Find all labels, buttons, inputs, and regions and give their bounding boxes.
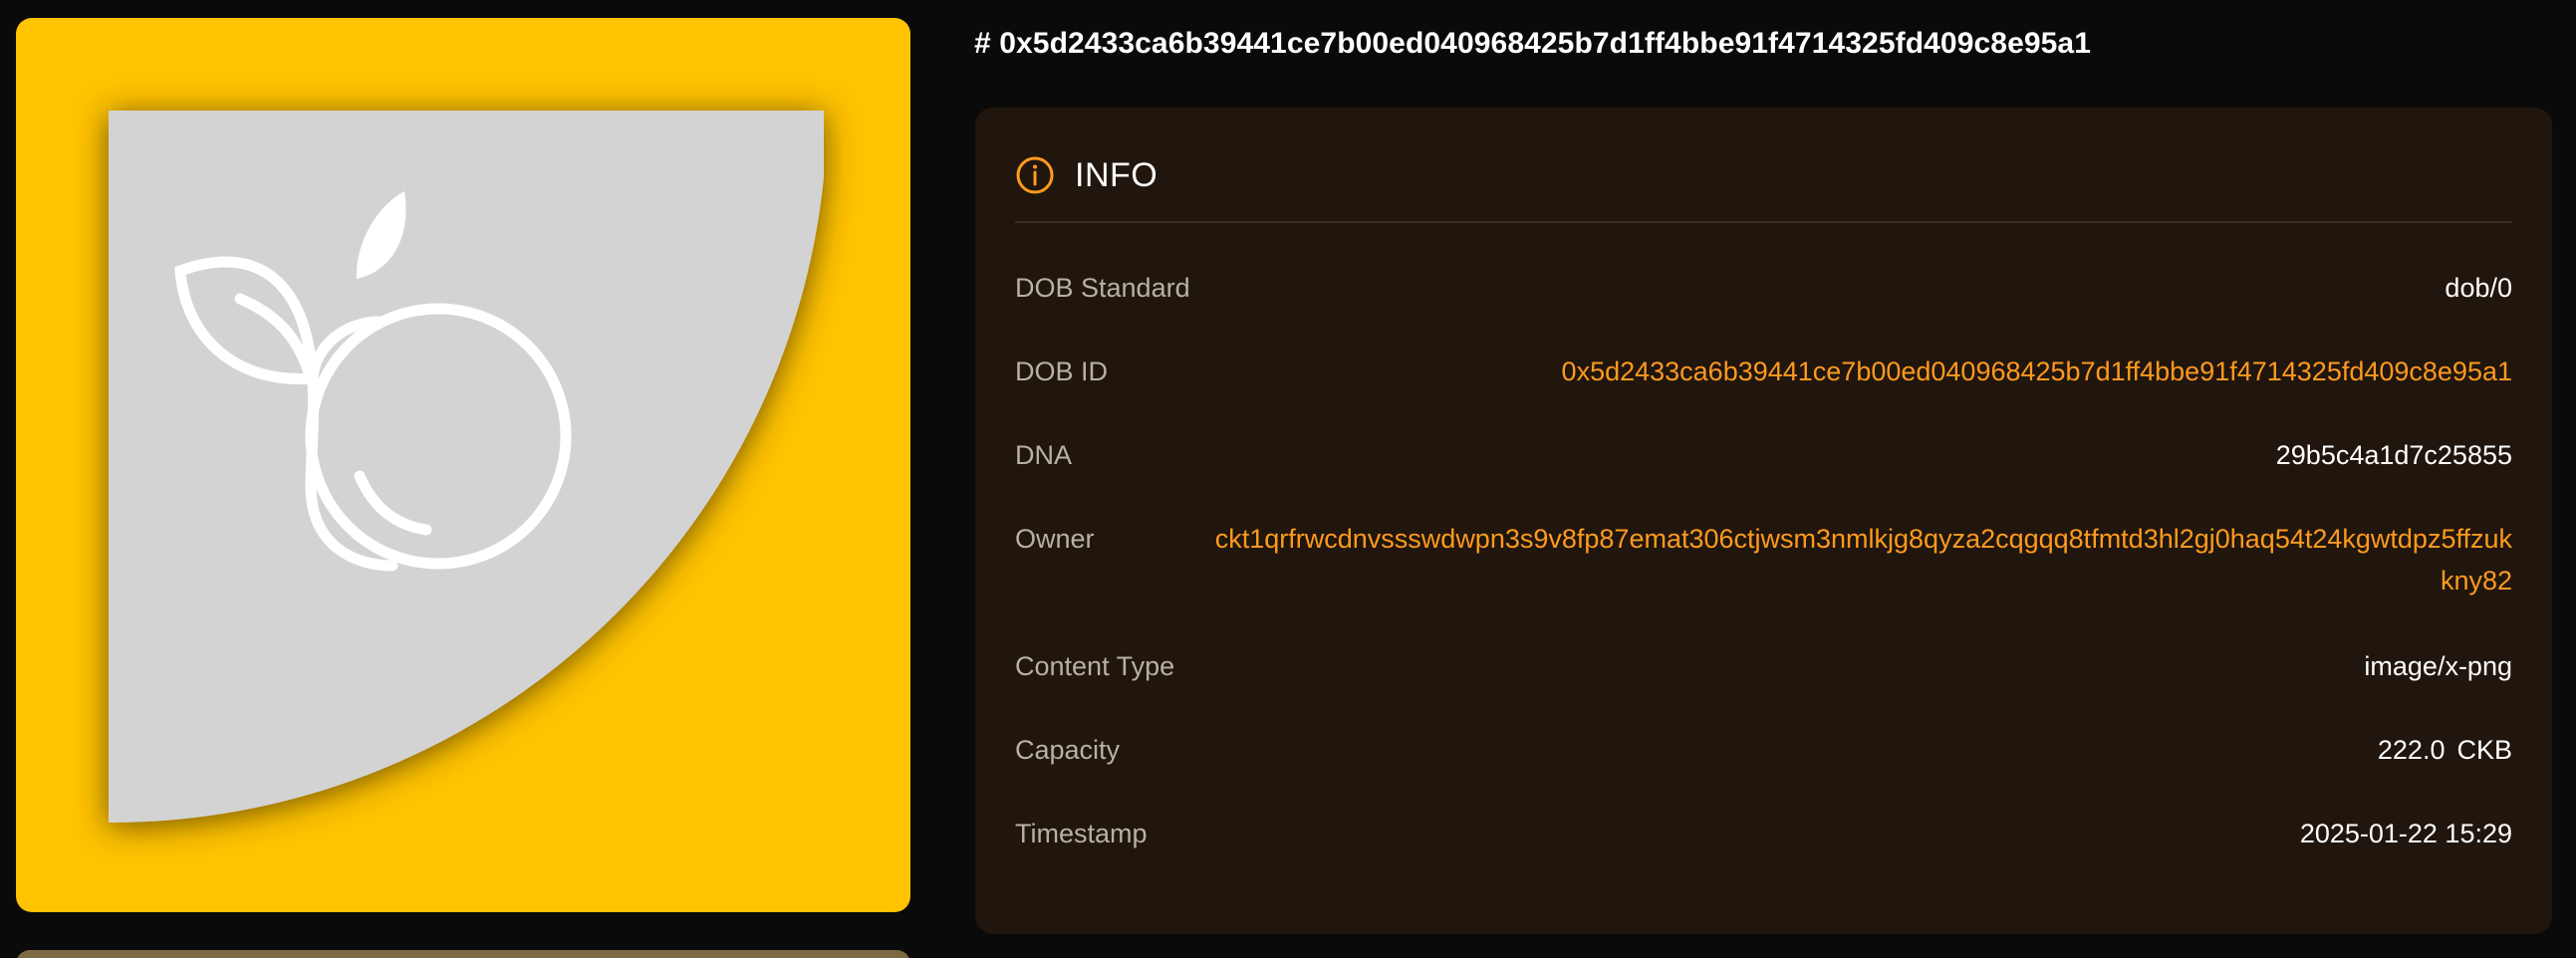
info-panel: INFO DOB Standard dob/0 DOB ID 0x5d2433c… <box>975 108 2552 934</box>
dob-standard-value: dob/0 <box>2445 273 2512 303</box>
row-dna: DNA 29b5c4a1d7c25855 <box>1015 434 2512 476</box>
info-circle-icon <box>1016 156 1054 194</box>
dob-standard-label: DOB Standard <box>1015 273 1190 303</box>
row-capacity: Capacity 222.0 CKB <box>1015 729 2512 771</box>
info-header: INFO <box>1015 151 1158 199</box>
dob-artwork-image <box>109 111 824 824</box>
next-card-edge <box>16 950 910 958</box>
row-timestamp: Timestamp 2025-01-22 15:29 <box>1015 813 2512 854</box>
capacity-amount: 222.0 <box>2377 735 2446 765</box>
owner-label: Owner <box>1015 524 1095 554</box>
info-heading: INFO <box>1075 155 1159 194</box>
content-type-value: image/x-png <box>2364 651 2512 681</box>
info-divider <box>1015 221 2512 223</box>
capacity-value: 222.0 CKB <box>2378 729 2512 771</box>
dob-id-label: DOB ID <box>1015 357 1109 386</box>
quarter-circle-shape <box>109 111 824 824</box>
row-owner: Owner ckt1qrfrwcdnvssswdwpn3s9v8fp87emat… <box>1015 518 2512 601</box>
capacity-label: Capacity <box>1015 735 1121 765</box>
row-dob-id: DOB ID 0x5d2433ca6b39441ce7b00ed04096842… <box>1015 351 2512 392</box>
capacity-unit: CKB <box>2456 735 2512 765</box>
dob-artwork-card <box>16 18 910 912</box>
content-type-label: Content Type <box>1015 651 1175 681</box>
dob-title: # 0x5d2433ca6b39441ce7b00ed040968425b7d1… <box>974 27 2091 60</box>
dob-id-link[interactable]: 0x5d2433ca6b39441ce7b00ed040968425b7d1ff… <box>1562 351 2512 392</box>
timestamp-value: 2025-01-22 15:29 <box>2299 819 2512 848</box>
dna-value: 29b5c4a1d7c25855 <box>2275 440 2512 470</box>
row-dob-standard: DOB Standard dob/0 <box>1015 267 2512 309</box>
owner-address-link[interactable]: ckt1qrfrwcdnvssswdwpn3s9v8fp87emat306ctj… <box>1207 518 2512 601</box>
dna-label: DNA <box>1015 440 1073 470</box>
dob-detail-page: # 0x5d2433ca6b39441ce7b00ed040968425b7d1… <box>0 0 2576 958</box>
timestamp-label: Timestamp <box>1015 819 1148 848</box>
row-content-type: Content Type image/x-png <box>1015 645 2512 687</box>
